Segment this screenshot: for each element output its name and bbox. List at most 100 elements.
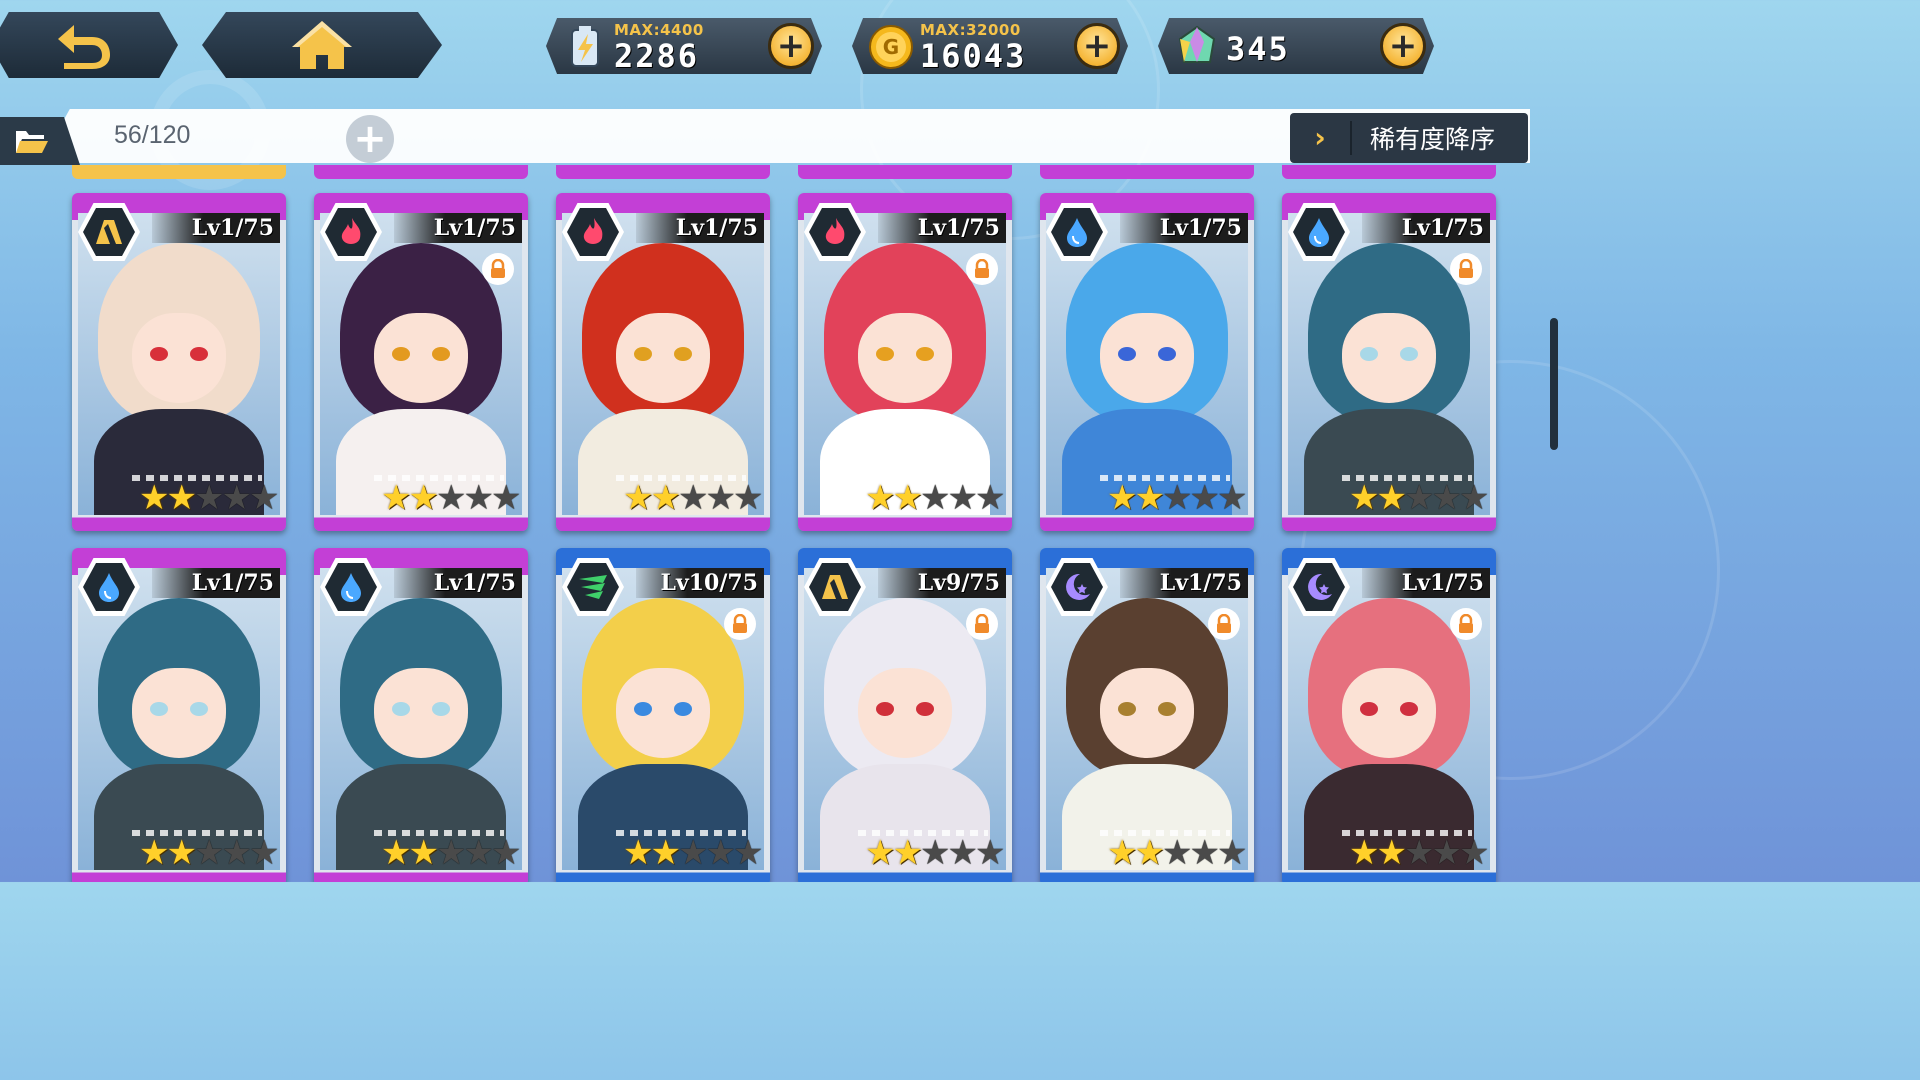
level-label: Lv9/75	[917, 570, 1000, 596]
character-card[interactable]: Lv1/75 ★ ★ ★ ★ ★	[1282, 193, 1496, 531]
star-icon: ★	[1216, 833, 1248, 873]
gem-add-button[interactable]: +	[1380, 23, 1426, 69]
star-icon: ★	[677, 478, 709, 518]
star-icon: ★	[435, 833, 467, 873]
character-card[interactable]: Lv1/75 ★ ★ ★ ★ ★	[72, 193, 286, 531]
energy-value: 2286	[614, 37, 700, 75]
star-icon: ★	[1403, 833, 1435, 873]
character-card[interactable]: Lv1/75 ★ ★ ★ ★ ★	[1040, 193, 1254, 531]
scrollbar[interactable]	[1550, 318, 1558, 450]
star-rating: ★ ★ ★ ★ ★	[623, 478, 763, 518]
level-label: Lv1/75	[675, 215, 758, 241]
character-card[interactable]: Lv1/75 ★ ★ ★ ★ ★	[556, 193, 770, 531]
star-icon: ★	[166, 478, 197, 518]
star-icon: ★	[248, 478, 280, 518]
star-rating: ★ ★ ★ ★ ★	[1107, 833, 1248, 873]
card-stub	[1282, 165, 1496, 179]
star-icon: ★	[463, 478, 494, 518]
home-button[interactable]	[202, 12, 442, 78]
back-button[interactable]	[0, 12, 178, 78]
plus-icon: +	[1082, 26, 1112, 66]
lock-icon[interactable]	[482, 253, 514, 285]
character-card[interactable]: Lv1/75 ★ ★ ★ ★ ★	[1040, 548, 1254, 882]
lock-icon[interactable]	[1450, 608, 1482, 640]
character-card[interactable]: Lv10/75 ★ ★ ★ ★ ★	[556, 548, 770, 882]
star-icon: ★	[892, 478, 923, 518]
star-icon: ★	[193, 478, 225, 518]
star-icon: ★	[248, 833, 280, 873]
level-label: Lv1/75	[1159, 570, 1242, 596]
star-icon: ★	[1403, 478, 1435, 518]
lock-icon[interactable]	[1208, 608, 1240, 640]
star-rating: ★ ★ ★ ★ ★	[139, 833, 280, 873]
lock-icon[interactable]	[966, 608, 998, 640]
star-icon: ★	[166, 833, 197, 873]
star-icon: ★	[1189, 478, 1220, 518]
plus-icon: +	[776, 26, 806, 66]
character-card[interactable]: Lv1/75 ★ ★ ★ ★ ★	[314, 193, 528, 531]
character-card[interactable]: Lv1/75 ★ ★ ★ ★ ★	[798, 193, 1012, 531]
level-label: Lv10/75	[660, 570, 758, 596]
star-icon: ★	[1431, 478, 1462, 518]
star-icon: ★	[381, 478, 412, 518]
star-icon: ★	[1134, 478, 1165, 518]
star-icon: ★	[221, 478, 252, 518]
star-icon: ★	[865, 833, 896, 873]
star-icon: ★	[139, 478, 170, 518]
star-icon: ★	[1107, 833, 1138, 873]
gem-resource: 345 +	[1158, 18, 1434, 74]
plus-icon: +	[1388, 26, 1418, 66]
card-stub	[556, 165, 770, 179]
home-icon	[292, 21, 352, 69]
star-rating: ★ ★ ★ ★ ★	[139, 478, 280, 518]
energy-add-button[interactable]: +	[768, 23, 814, 69]
chevron-right-icon: ›	[1290, 121, 1352, 155]
star-icon: ★	[947, 478, 978, 518]
character-card[interactable]: Lv1/75 ★ ★ ★ ★ ★	[72, 548, 286, 882]
star-icon: ★	[381, 833, 412, 873]
level-label: Lv1/75	[433, 570, 516, 596]
star-icon: ★	[1161, 833, 1193, 873]
star-icon: ★	[1376, 833, 1407, 873]
star-rating: ★ ★ ★ ★ ★	[623, 833, 764, 873]
energy-battery-icon	[571, 26, 599, 67]
roster-count: 56/120	[114, 121, 191, 149]
star-icon: ★	[732, 833, 764, 873]
star-rating: ★ ★ ★ ★ ★	[381, 833, 521, 873]
back-arrow-icon	[58, 25, 110, 69]
gold-add-button[interactable]: +	[1074, 23, 1120, 69]
star-icon: ★	[892, 833, 923, 873]
folder-icon	[16, 131, 48, 153]
level-label: Lv1/75	[1401, 215, 1484, 241]
star-icon: ★	[435, 478, 467, 518]
sort-button[interactable]: › 稀有度降序	[1290, 113, 1528, 163]
card-stub	[798, 165, 1012, 179]
character-card[interactable]: Lv1/75 ★ ★ ★ ★ ★	[314, 548, 528, 882]
star-icon: ★	[221, 833, 252, 873]
star-rating: ★ ★ ★ ★ ★	[1107, 478, 1248, 518]
lock-icon[interactable]	[1450, 253, 1482, 285]
energy-resource: MAX:4400 2286 +	[546, 18, 822, 74]
expand-roster-button[interactable]: +	[346, 115, 394, 163]
star-icon: ★	[193, 833, 225, 873]
star-icon: ★	[650, 833, 681, 873]
star-icon: ★	[865, 478, 896, 518]
star-rating: ★ ★ ★ ★ ★	[1349, 478, 1489, 518]
lock-icon[interactable]	[966, 253, 998, 285]
lock-icon[interactable]	[724, 608, 756, 640]
character-card[interactable]: Lv1/75 ★ ★ ★ ★ ★	[1282, 548, 1496, 882]
plus-icon: +	[353, 116, 387, 162]
star-icon: ★	[1431, 833, 1462, 873]
star-icon: ★	[1376, 478, 1407, 518]
crystal-gem-icon	[1178, 25, 1216, 63]
card-stub	[72, 165, 286, 179]
star-icon: ★	[463, 833, 494, 873]
star-icon: ★	[623, 478, 654, 518]
character-card[interactable]: Lv9/75 ★ ★ ★ ★ ★	[798, 548, 1012, 882]
star-icon: ★	[974, 833, 1006, 873]
star-rating: ★ ★ ★ ★ ★	[1349, 833, 1490, 873]
gem-value: 345	[1226, 30, 1290, 68]
star-icon: ★	[1216, 478, 1248, 518]
svg-text:G: G	[883, 35, 899, 59]
star-icon: ★	[1458, 833, 1490, 873]
